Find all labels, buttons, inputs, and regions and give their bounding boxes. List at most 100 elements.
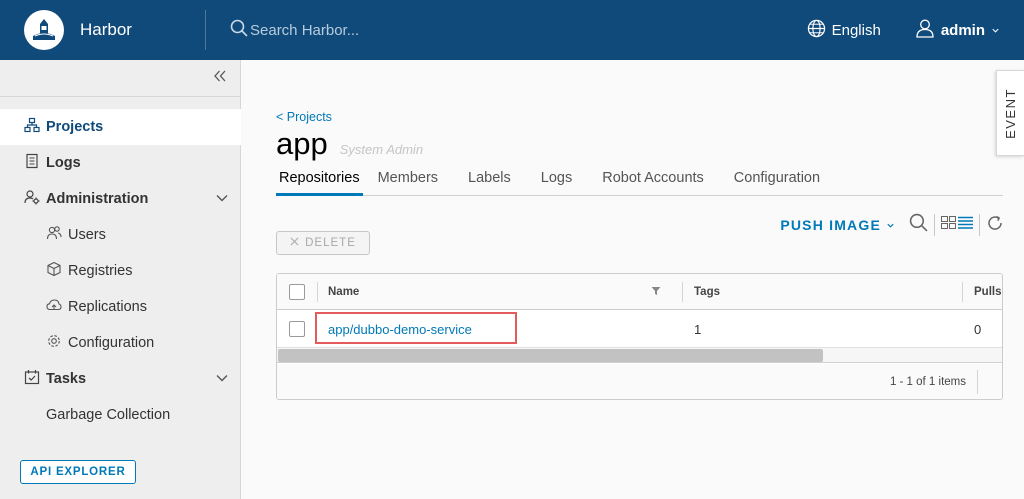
chevron-down-icon	[215, 371, 229, 389]
table-footer: 1 - 1 of 1 items	[277, 364, 1002, 399]
search-icon	[230, 19, 248, 42]
column-header-pulls[interactable]: Pulls	[974, 274, 1001, 310]
event-tab-label: EVENT	[1003, 87, 1018, 139]
tasks-icon	[24, 369, 40, 389]
close-icon	[290, 237, 299, 249]
name-filter-button[interactable]	[651, 274, 661, 310]
push-image-button[interactable]: PUSH IMAGE	[780, 217, 895, 233]
harbor-logo-icon	[24, 10, 64, 50]
repository-datagrid: Name Tags Pulls app/dubbo-demo-service 1…	[276, 273, 1003, 400]
top-header: Harbor English admin	[0, 0, 1024, 60]
toolbar-divider	[934, 214, 935, 236]
search-button[interactable]	[909, 213, 928, 237]
sidebar-item-projects[interactable]: Projects	[0, 109, 241, 145]
toolbar-divider	[979, 214, 980, 236]
double-chevron-left-icon	[213, 69, 227, 87]
brand-name: Harbor	[80, 20, 132, 39]
tab-configuration[interactable]: Configuration	[731, 164, 835, 196]
sidebar: Projects Logs Administration Users Regis…	[0, 60, 241, 499]
footer-divider	[977, 370, 978, 394]
refresh-icon	[986, 214, 1004, 237]
column-divider	[317, 282, 318, 302]
sidebar-item-logs[interactable]: Logs	[0, 145, 241, 181]
list-view-button[interactable]	[958, 216, 973, 234]
scrollbar-thumb[interactable]	[278, 349, 823, 362]
card-view-button[interactable]	[941, 216, 956, 234]
tags-count: 1	[694, 321, 702, 337]
push-image-label: PUSH IMAGE	[780, 217, 881, 233]
annotation-highlight-box	[315, 312, 517, 344]
column-divider	[682, 282, 683, 302]
sidebar-item-label: Configuration	[68, 335, 155, 351]
sidebar-item-configuration[interactable]: Configuration	[0, 325, 241, 361]
sidebar-item-administration[interactable]: Administration	[0, 181, 241, 217]
column-header-tags[interactable]: Tags	[694, 274, 720, 310]
projects-icon	[24, 117, 40, 137]
sidebar-item-registries[interactable]: Registries	[0, 253, 241, 289]
horizontal-scrollbar[interactable]	[277, 347, 1002, 363]
logs-icon	[24, 153, 40, 173]
sidebar-item-label: Projects	[46, 119, 104, 135]
chevron-down-icon	[991, 22, 1000, 39]
api-explorer-button[interactable]: API EXPLORER	[20, 460, 136, 484]
grid-view-icon	[941, 216, 956, 234]
registries-icon	[46, 261, 62, 281]
chevron-down-icon	[215, 191, 229, 209]
administration-icon	[24, 189, 40, 209]
table-header: Name Tags Pulls	[277, 274, 1002, 310]
collapse-sidebar-button[interactable]	[210, 68, 230, 88]
column-divider	[962, 282, 963, 302]
header-actions: English admin	[807, 0, 1000, 60]
title-row: app System Admin	[276, 126, 423, 162]
select-all-cell	[289, 274, 305, 310]
project-tabs: Repositories Members Labels Logs Robot A…	[276, 164, 1003, 196]
replications-icon	[46, 297, 62, 317]
language-selector[interactable]: English	[807, 19, 881, 42]
users-icon	[46, 225, 62, 245]
main-content: EVENT < Projects app System Admin Reposi…	[242, 60, 1024, 499]
gear-icon	[46, 333, 62, 353]
brand[interactable]: Harbor	[0, 0, 205, 60]
sidebar-item-label: Users	[68, 227, 106, 243]
user-menu[interactable]: admin	[915, 18, 1000, 42]
delete-button[interactable]: DELETE	[276, 231, 370, 255]
global-search	[230, 0, 530, 60]
sidebar-item-label: Replications	[68, 299, 147, 315]
pulls-count: 0	[974, 321, 982, 337]
sidebar-item-label: Garbage Collection	[46, 407, 171, 423]
pagination-summary: 1 - 1 of 1 items	[889, 376, 966, 388]
language-label: English	[831, 21, 881, 39]
refresh-button[interactable]	[986, 214, 1004, 237]
filter-icon	[651, 286, 661, 299]
sidebar-item-garbage-collection[interactable]: Garbage Collection	[0, 397, 241, 433]
user-icon	[915, 18, 935, 42]
sidebar-item-tasks[interactable]: Tasks	[0, 361, 241, 397]
sidebar-item-replications[interactable]: Replications	[0, 289, 241, 325]
sidebar-item-label: Tasks	[46, 371, 87, 387]
globe-icon	[807, 19, 826, 42]
select-all-checkbox[interactable]	[289, 284, 305, 300]
chevron-down-icon	[886, 217, 895, 233]
page-title: app	[276, 126, 328, 161]
header-divider	[205, 10, 206, 50]
tab-repositories[interactable]: Repositories	[276, 164, 363, 196]
row-select-cell	[289, 311, 305, 347]
sidebar-item-label: Registries	[68, 263, 133, 279]
username: admin	[940, 21, 985, 39]
sidebar-item-users[interactable]: Users	[0, 217, 241, 253]
back-to-projects-link[interactable]: < Projects	[276, 110, 332, 124]
row-checkbox[interactable]	[289, 321, 305, 337]
sidebar-item-label: Logs	[46, 155, 81, 171]
sidebar-divider	[0, 96, 240, 97]
tab-labels[interactable]: Labels	[465, 164, 526, 196]
column-header-name[interactable]: Name	[328, 274, 359, 310]
tab-logs[interactable]: Logs	[538, 164, 587, 196]
sidebar-item-label: Administration	[46, 191, 149, 207]
search-input[interactable]	[250, 21, 490, 39]
tab-members[interactable]: Members	[375, 164, 453, 196]
event-panel-tab[interactable]: EVENT	[996, 70, 1024, 156]
repository-toolbar: PUSH IMAGE	[780, 210, 1004, 240]
delete-label: DELETE	[305, 237, 356, 249]
role-label: System Admin	[339, 142, 424, 157]
tab-robot-accounts[interactable]: Robot Accounts	[599, 164, 719, 196]
